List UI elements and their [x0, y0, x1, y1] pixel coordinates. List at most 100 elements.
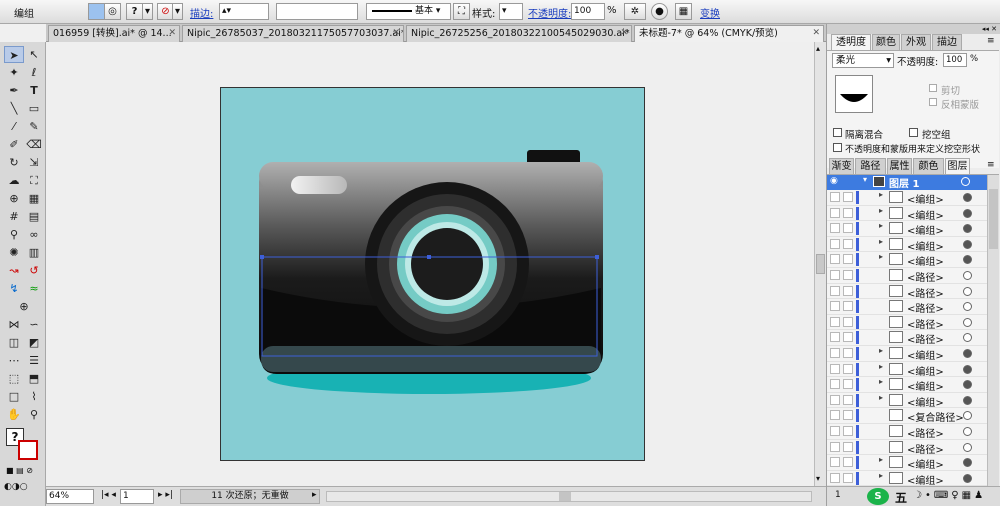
- layer-row[interactable]: <路径>: [827, 439, 999, 456]
- target-icon[interactable]: [963, 473, 972, 483]
- lock-toggle[interactable]: [843, 441, 853, 452]
- layer-row[interactable]: ▸ <编组>: [827, 455, 999, 471]
- layer-row[interactable]: ▸ <编组>: [827, 361, 999, 378]
- target-icon[interactable]: [961, 177, 970, 186]
- blend-tool-icon[interactable]: ∞: [24, 226, 44, 243]
- tab-layers[interactable]: 图层: [945, 158, 970, 174]
- target-icon[interactable]: [963, 411, 972, 421]
- layer-row-top[interactable]: ◉ ▾ 图层 1: [827, 175, 987, 190]
- custom-tool-icon[interactable]: ≈: [24, 280, 44, 297]
- gradient-tool-icon[interactable]: ▤: [24, 208, 44, 225]
- lock-toggle[interactable]: [843, 254, 853, 265]
- layer-row[interactable]: ▸ <编组>: [827, 377, 999, 393]
- custom-tool-icon[interactable]: ↯: [4, 280, 24, 297]
- tab-color[interactable]: 颜色: [872, 34, 900, 50]
- close-icon[interactable]: ✕: [620, 26, 628, 41]
- blob-brush-tool-icon[interactable]: ✐: [4, 136, 24, 153]
- doc-tab-active[interactable]: 未标题-7* @ 64% (CMYK/预览) ✕: [634, 25, 824, 42]
- custom-tool-icon[interactable]: ⬒: [24, 370, 44, 387]
- lock-toggle[interactable]: [843, 472, 853, 483]
- chevron-right-icon[interactable]: ▸: [879, 237, 883, 246]
- scroll-down-icon[interactable]: ▾: [816, 474, 825, 483]
- direct-selection-tool-icon[interactable]: ↖: [24, 46, 44, 63]
- layer-row[interactable]: ▸ <编组>: [827, 190, 999, 206]
- eraser-tool-icon[interactable]: ⌫: [24, 136, 44, 153]
- lock-toggle[interactable]: [843, 207, 853, 218]
- hand-tool-icon[interactable]: ✋: [4, 406, 24, 423]
- zoom-tool-icon[interactable]: ⚲: [24, 406, 44, 423]
- chevron-right-icon[interactable]: ▸: [879, 393, 883, 402]
- target-icon[interactable]: [963, 380, 972, 390]
- close-icon[interactable]: ✕: [168, 26, 176, 41]
- visibility-toggle[interactable]: [830, 192, 840, 202]
- lock-toggle[interactable]: [843, 363, 853, 374]
- layer-row[interactable]: <路径>: [827, 283, 999, 300]
- scroll-thumb[interactable]: [816, 254, 825, 274]
- chevron-right-icon[interactable]: ▸: [879, 362, 883, 371]
- target-icon[interactable]: [963, 395, 972, 405]
- layer-row[interactable]: <路径>: [827, 424, 999, 440]
- shape-builder-tool-icon[interactable]: ⊕: [4, 190, 24, 207]
- invert-mask-checkbox[interactable]: [929, 98, 937, 106]
- variable-width-select[interactable]: [276, 3, 358, 20]
- opacity-input[interactable]: 100: [571, 3, 605, 20]
- selection-tool-icon[interactable]: ➤: [4, 46, 24, 63]
- target-icon[interactable]: [963, 442, 972, 452]
- zoom-select[interactable]: 64%: [46, 489, 94, 504]
- chevron-right-icon[interactable]: ▸: [879, 471, 883, 480]
- visibility-toggle[interactable]: [830, 207, 840, 218]
- graph-tool-icon[interactable]: ▥: [24, 244, 44, 261]
- layer-row[interactable]: ▸ <编组>: [827, 236, 999, 253]
- target-icon[interactable]: [963, 208, 972, 218]
- layer-row[interactable]: <路径>: [827, 330, 999, 346]
- help-icon[interactable]: ?: [126, 3, 143, 20]
- target-icon[interactable]: [963, 239, 972, 249]
- custom-tool-icon[interactable]: ⬚: [4, 370, 24, 387]
- custom-tool-icon[interactable]: ☰: [24, 352, 44, 369]
- chevron-right-icon[interactable]: ▸: [879, 221, 883, 230]
- target-icon[interactable]: [963, 271, 972, 280]
- symbol-sprayer-tool-icon[interactable]: ✺: [4, 244, 24, 261]
- opacity-link[interactable]: 不透明度:: [528, 5, 571, 20]
- custom-tool-icon[interactable]: ◩: [24, 334, 44, 351]
- lock-toggle[interactable]: [843, 394, 853, 405]
- warp-tool-icon[interactable]: ☁: [4, 172, 24, 189]
- layer-row[interactable]: <复合路径>: [827, 408, 999, 424]
- visibility-toggle[interactable]: [830, 457, 840, 468]
- chevron-down-icon[interactable]: ▾: [863, 175, 867, 184]
- brush-select[interactable]: 基本 ▾: [366, 3, 451, 20]
- eyedropper-tool-icon[interactable]: ⚲: [4, 226, 24, 243]
- target-icon[interactable]: [963, 317, 972, 327]
- chevron-right-icon[interactable]: ▸: [879, 346, 883, 355]
- lock-toggle[interactable]: [843, 192, 853, 202]
- footer-tools[interactable]: ☽•⌨♀▦♟: [913, 490, 986, 501]
- lock-toggle[interactable]: [843, 316, 853, 327]
- target-icon[interactable]: [963, 349, 972, 358]
- target-icon[interactable]: [963, 224, 972, 234]
- selection-handle[interactable]: [427, 255, 431, 259]
- target-icon[interactable]: [963, 286, 972, 296]
- panel-menu-icon[interactable]: ≡: [987, 36, 995, 46]
- globe-icon[interactable]: ●: [651, 3, 668, 20]
- screen-mode-buttons[interactable]: ◐◑○: [4, 482, 44, 494]
- layer-row[interactable]: ▸ <编组>: [827, 205, 999, 222]
- options-icon[interactable]: ⛶: [453, 3, 470, 20]
- visibility-toggle[interactable]: [830, 348, 840, 358]
- lock-toggle[interactable]: [843, 457, 853, 468]
- target-icon[interactable]: [963, 458, 972, 468]
- layer-row[interactable]: <路径>: [827, 299, 999, 315]
- scale-tool-icon[interactable]: ⇲: [24, 154, 44, 171]
- magic-wand-tool-icon[interactable]: ✦: [4, 64, 24, 81]
- paintbrush-tool-icon[interactable]: ⁄: [4, 118, 24, 135]
- crosshair-tool-icon[interactable]: ⊕: [14, 298, 34, 315]
- custom-tool-icon[interactable]: ↺: [24, 262, 44, 279]
- target-icon[interactable]: [963, 193, 972, 202]
- rotate-tool-icon[interactable]: ↻: [4, 154, 24, 171]
- eye-icon[interactable]: ◉: [830, 176, 838, 186]
- layer-row[interactable]: ▸ <编组>: [827, 470, 999, 486]
- tab-color-guide[interactable]: 颜色参: [913, 158, 944, 187]
- layer-row[interactable]: ▸ <编组>: [827, 252, 999, 268]
- target-icon[interactable]: [963, 255, 972, 265]
- doc-tab-2[interactable]: Nipic_26785037_20180321175057703037.ai* ✕: [182, 25, 404, 42]
- stroke-link[interactable]: 描边:: [190, 5, 213, 20]
